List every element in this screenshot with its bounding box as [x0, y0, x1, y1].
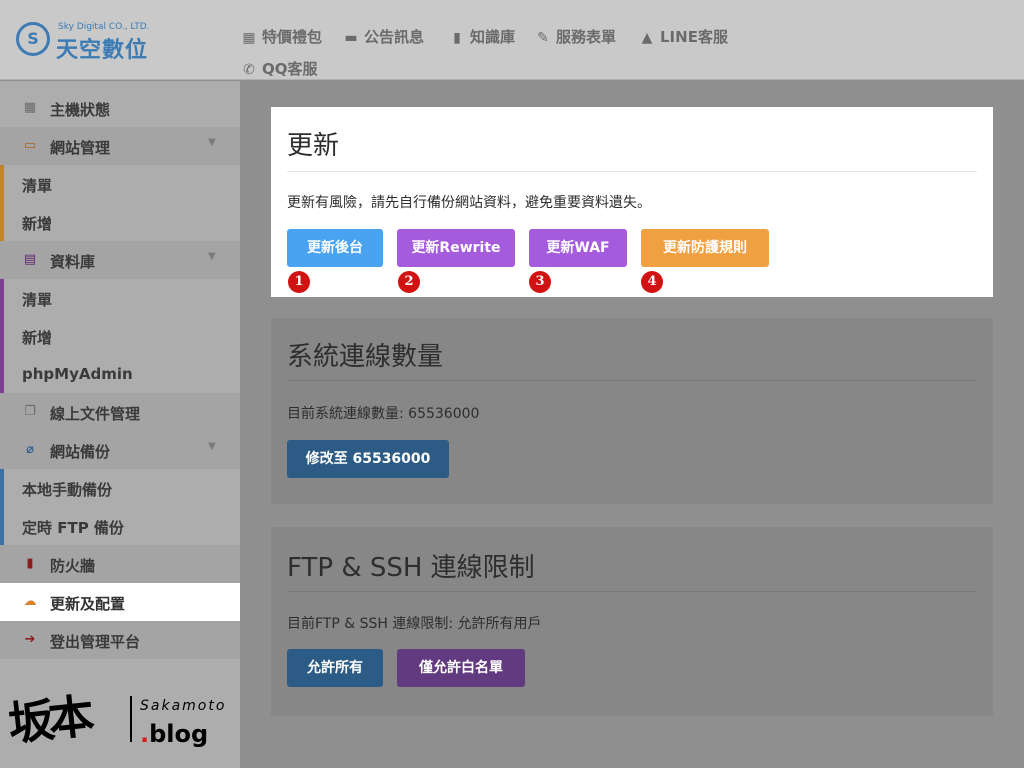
sidebar: ▦ 主機狀態 ▭ 網站管理 ▼ 清單 新增 ▤ 資料庫 ▼ 清單 新增 phpM…: [0, 81, 240, 768]
book-icon: ▮: [453, 30, 461, 46]
sidebar-item-backup[interactable]: ⌀ 網站備份 ▼: [0, 431, 240, 469]
chevron-down-icon: ▼: [208, 441, 216, 452]
topnav-label: 公告訊息: [364, 28, 425, 46]
watermark-dot: .: [140, 720, 150, 748]
topnav-item-line-support[interactable]: ▲ LINE客服: [638, 26, 728, 47]
connections-card: 系統連線數量 目前系統連線數量: 65536000 修改至 65536000: [271, 318, 993, 504]
chevron-down-icon: ▼: [208, 137, 216, 148]
comment-icon: ▬: [344, 30, 358, 46]
brand-name-zh: 天空數位: [56, 38, 149, 63]
sidebar-item-label: 新增: [22, 215, 53, 233]
connections-current: 目前系統連線數量: 65536000: [287, 406, 480, 422]
paperclip-icon: ⌀: [26, 442, 34, 457]
step-marker-1: 1: [288, 271, 310, 293]
watermark-blog-text: blog: [149, 720, 209, 748]
topnav-item-service-form[interactable]: ✎ 服務表單: [534, 26, 616, 47]
sidebar-item-label: 更新及配置: [50, 595, 126, 613]
sidebar-item-database[interactable]: ▤ 資料庫 ▼: [0, 241, 240, 279]
sidebar-item-ftp-backup[interactable]: 定時 FTP 備份: [0, 507, 240, 545]
dashboard-icon: ▦: [23, 100, 37, 115]
update-notice: 更新有風險，請先自行備份網站資料，避免重要資料遺失。: [287, 195, 651, 211]
sidebar-item-label: 網站備份: [50, 443, 111, 461]
topnav-label: QQ客服: [262, 60, 318, 78]
cloud-download-icon: ☁: [23, 594, 37, 609]
sidebar-item-file-manager[interactable]: ❐ 線上文件管理: [0, 393, 240, 431]
step-marker-3: 3: [529, 271, 551, 293]
watermark-en: Sakamoto: [140, 698, 227, 714]
sidebar-item-host-status[interactable]: ▦ 主機狀態: [0, 89, 240, 127]
update-backend-button[interactable]: 更新後台: [287, 229, 383, 267]
watermark-blog: .blog: [140, 720, 208, 748]
sidebar-item-label: 新增: [22, 329, 53, 347]
pencil-icon: ✎: [537, 30, 549, 46]
card-title: 系統連線數量: [287, 342, 444, 372]
allow-all-button[interactable]: 允許所有: [287, 649, 383, 687]
update-waf-button[interactable]: 更新WAF: [529, 229, 627, 267]
sidebar-item-website-add[interactable]: 新增: [0, 203, 240, 241]
bell-icon: ▲: [641, 30, 653, 46]
card-title: FTP & SSH 連線限制: [287, 553, 535, 583]
sidebar-item-label: 清單: [22, 291, 53, 309]
brand-logo[interactable]: S Sky Digital CO., LTD. 天空數位: [16, 20, 166, 63]
sidebar-item-label: 資料庫: [50, 253, 96, 271]
gift-icon: ▦: [242, 30, 256, 46]
topnav-label: 服務表單: [556, 28, 617, 46]
whitelist-only-button[interactable]: 僅允許白名單: [397, 649, 525, 687]
watermark: 坂本 Sakamoto .blog: [5, 682, 238, 762]
clipboard-icon: ▮: [26, 556, 34, 571]
divider: [287, 171, 977, 172]
topnav-item-knowledge-base[interactable]: ▮ 知識庫: [448, 26, 515, 47]
sidebar-item-label: 主機狀態: [50, 101, 111, 119]
database-icon: ▤: [23, 252, 37, 267]
brand-name-en: Sky Digital CO., LTD.: [58, 22, 150, 32]
brand-mark-icon: S: [16, 22, 50, 56]
sidebar-item-label: 清單: [22, 177, 53, 195]
sidebar-item-update-config[interactable]: ☁ 更新及配置: [0, 583, 240, 621]
topnav-item-announcements[interactable]: ▬ 公告訊息: [342, 26, 424, 47]
sidebar-item-label: phpMyAdmin: [22, 365, 133, 383]
watermark-divider: [130, 696, 132, 742]
phone-icon: ✆: [243, 62, 255, 78]
sidebar-item-database-add[interactable]: 新增: [0, 317, 240, 355]
topnav-label: LINE客服: [660, 28, 728, 46]
sidebar-item-label: 防火牆: [50, 557, 96, 575]
sidebar-item-label: 線上文件管理: [50, 405, 141, 423]
sidebar-item-local-backup[interactable]: 本地手動備份: [0, 469, 240, 507]
ftp-ssh-current: 目前FTP & SSH 連線限制: 允許所有用戶: [287, 616, 542, 632]
ftp-ssh-card: FTP & SSH 連線限制 目前FTP & SSH 連線限制: 允許所有用戶 …: [271, 527, 993, 716]
divider: [287, 591, 977, 592]
top-header: S Sky Digital CO., LTD. 天空數位 ▦ 特價禮包 ▬ 公告訊息…: [0, 0, 1024, 80]
topnav-label: 特價禮包: [262, 28, 323, 46]
card-title: 更新: [287, 131, 340, 161]
sidebar-item-website-list[interactable]: 清單: [0, 165, 240, 203]
modify-connections-button[interactable]: 修改至 65536000: [287, 440, 449, 478]
sidebar-item-label: 本地手動備份: [22, 481, 113, 499]
chevron-down-icon: ▼: [208, 251, 216, 262]
sidebar-item-database-list[interactable]: 清單: [0, 279, 240, 317]
sign-out-icon: ➔: [24, 632, 36, 647]
update-protection-rules-button[interactable]: 更新防護規則: [641, 229, 769, 267]
divider: [287, 380, 977, 381]
update-card: 更新 更新有風險，請先自行備份網站資料，避免重要資料遺失。 更新後台 更新Rew…: [271, 107, 993, 297]
sidebar-item-label: 網站管理: [50, 139, 111, 157]
files-icon: ❐: [24, 404, 36, 419]
sidebar-item-website-management[interactable]: ▭ 網站管理 ▼: [0, 127, 240, 165]
step-marker-2: 2: [398, 271, 420, 293]
topnav-item-qq-support[interactable]: ✆ QQ客服: [240, 58, 318, 79]
topnav-label: 知識庫: [470, 28, 516, 46]
web-icon: ▭: [23, 138, 37, 153]
sidebar-item-phpmyadmin[interactable]: phpMyAdmin: [0, 355, 240, 393]
sidebar-item-label: 登出管理平台: [50, 633, 141, 651]
watermark-zh: 坂本: [5, 688, 91, 752]
step-marker-4: 4: [641, 271, 663, 293]
sidebar-item-logout[interactable]: ➔ 登出管理平台: [0, 621, 240, 659]
update-rewrite-button[interactable]: 更新Rewrite: [397, 229, 515, 267]
sidebar-item-label: 定時 FTP 備份: [22, 519, 124, 537]
topnav-item-gift[interactable]: ▦ 特價禮包: [240, 26, 322, 47]
sidebar-item-firewall[interactable]: ▮ 防火牆: [0, 545, 240, 583]
